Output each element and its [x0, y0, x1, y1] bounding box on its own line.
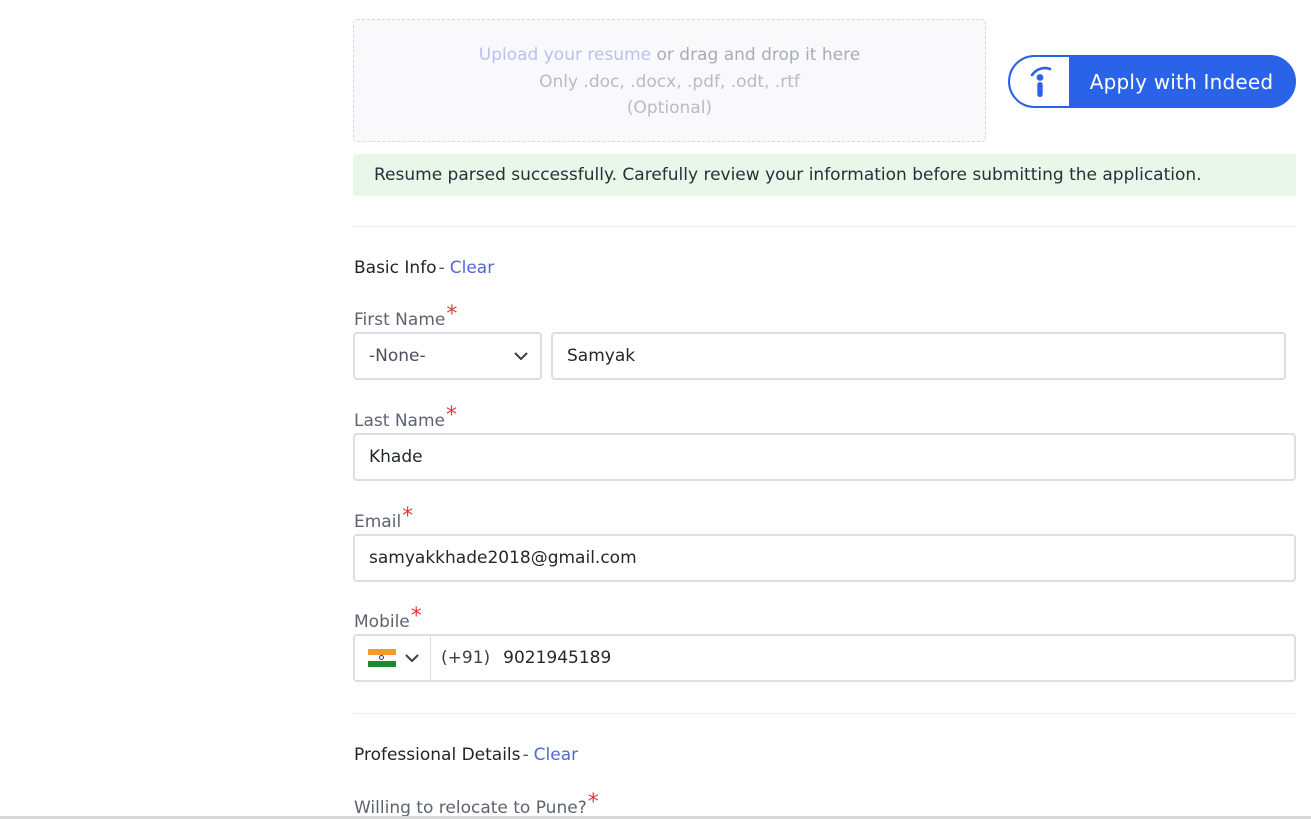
section-divider	[353, 713, 1296, 714]
india-flag-icon	[368, 648, 396, 668]
indeed-button-label: Apply with Indeed	[1089, 69, 1274, 94]
drag-drop-text: or drag and drop it here	[651, 45, 861, 65]
last-name-label: Last Name*	[354, 403, 457, 432]
mobile-number-value[interactable]: 9021945189	[503, 648, 611, 668]
upload-instruction: Upload your resume or drag and drop it h…	[354, 42, 985, 69]
optional-text: (Optional)	[626, 98, 713, 118]
last-name-label-text: Last Name	[354, 411, 445, 431]
professional-details-title: Professional Details	[354, 745, 521, 765]
first-name-label: First Name*	[354, 302, 457, 331]
parse-success-text: Resume parsed successfully. Carefully re…	[374, 165, 1202, 185]
email-label: Email*	[354, 504, 413, 533]
title-separator: -	[438, 258, 445, 278]
basic-info-header: Basic Info - Clear	[354, 258, 494, 278]
basic-info-title: Basic Info	[354, 258, 437, 278]
email-value: samyakkhade2018@gmail.com	[369, 548, 637, 568]
resume-dropzone[interactable]: Upload your resume or drag and drop it h…	[353, 19, 986, 142]
required-asterisk: *	[446, 302, 458, 327]
required-asterisk: *	[402, 504, 414, 529]
professional-details-clear-link[interactable]: Clear	[534, 745, 578, 765]
indeed-logo-icon	[1010, 57, 1069, 106]
last-name-value: Khade	[369, 447, 423, 467]
mobile-label-text: Mobile	[354, 612, 410, 632]
first-name-label-text: First Name	[354, 310, 446, 330]
mobile-label: Mobile*	[354, 604, 422, 633]
section-divider	[353, 226, 1296, 227]
chevron-down-icon	[514, 352, 528, 360]
required-asterisk: *	[587, 790, 599, 815]
first-name-value: Samyak	[567, 346, 636, 366]
last-name-input[interactable]: Khade	[353, 433, 1296, 481]
phone-country-code: (+91)	[441, 648, 491, 668]
title-separator: -	[522, 745, 529, 765]
relocate-label-text: Willing to relocate to Pune?	[354, 798, 587, 818]
parse-success-banner: Resume parsed successfully. Carefully re…	[353, 154, 1296, 196]
allowed-formats-text: Only .doc, .docx, .pdf, .odt, .rtf	[539, 71, 800, 92]
upload-resume-link[interactable]: Upload your resume	[479, 45, 651, 65]
email-input[interactable]: samyakkhade2018@gmail.com	[353, 534, 1296, 582]
country-code-select[interactable]	[355, 634, 431, 682]
first-name-input[interactable]: Samyak	[551, 332, 1286, 380]
salutation-value: -None-	[369, 346, 426, 366]
email-label-text: Email	[354, 512, 402, 532]
professional-details-header: Professional Details - Clear	[354, 745, 578, 765]
basic-info-clear-link[interactable]: Clear	[450, 258, 494, 278]
apply-with-indeed-button[interactable]: Apply with Indeed	[1008, 55, 1296, 108]
required-asterisk: *	[445, 403, 457, 428]
chevron-down-icon	[405, 654, 419, 662]
mobile-input-group: (+91) 9021945189	[353, 634, 1296, 682]
salutation-select[interactable]: -None-	[353, 332, 542, 380]
required-asterisk: *	[410, 604, 422, 629]
